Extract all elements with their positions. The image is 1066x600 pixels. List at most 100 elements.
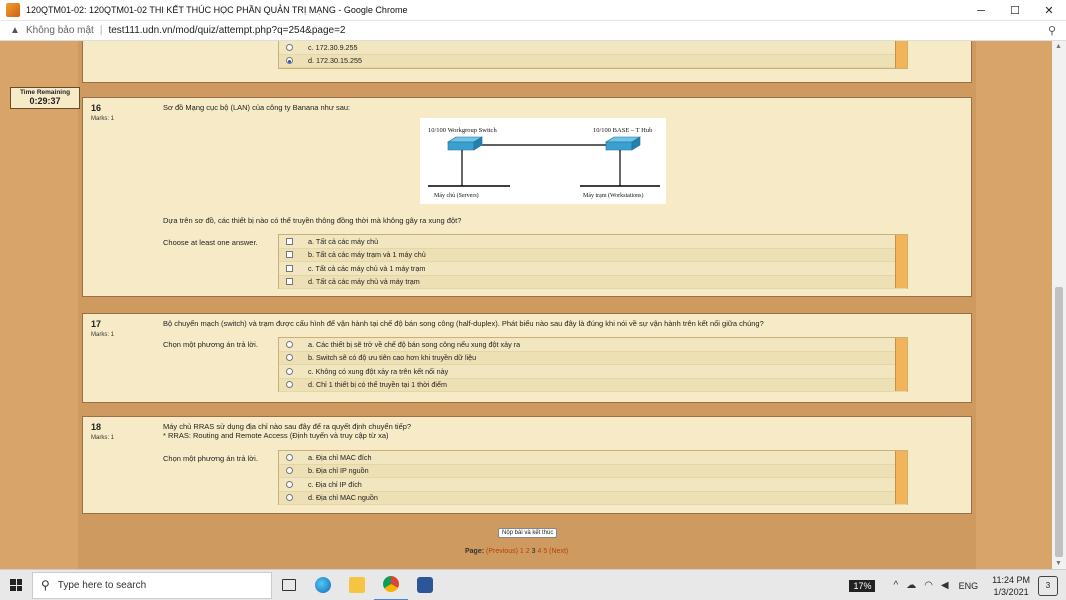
page-link-1[interactable]: 1 [520, 548, 524, 555]
page-link-5[interactable]: 5 [543, 548, 547, 555]
checkbox[interactable] [285, 264, 293, 272]
switch-device-icon [446, 136, 484, 151]
radio-button[interactable] [285, 453, 293, 461]
warning-icon[interactable]: ▲ [10, 25, 22, 36]
search-placeholder: Type here to search [57, 579, 147, 591]
clock-date: 1/3/2021 [993, 586, 1029, 597]
submit-all-button[interactable]: Nộp bài và kết thúc [498, 528, 558, 538]
question-number: 17 [91, 319, 102, 329]
page-link-2[interactable]: 2 [526, 548, 530, 555]
answer-text: c. Không có xung đột xảy ra trên kết nối… [308, 366, 449, 376]
scroll-down-icon[interactable]: ▼ [1055, 560, 1062, 567]
next-page-link[interactable]: (Next) [549, 548, 568, 555]
search-icon: ⚲ [41, 578, 50, 592]
window-title: 120QTM01-02: 120QTM01-02 THI KẾT THÚC HỌ… [26, 5, 408, 15]
notification-center-button[interactable]: 3 [1038, 575, 1058, 596]
radio-button-selected[interactable] [285, 57, 293, 65]
taskbar-search[interactable]: ⚲ Type here to search [32, 571, 272, 599]
answer-option[interactable]: b. Switch sẽ có độ ưu tiên cao hơn khi t… [279, 351, 907, 365]
answer-text: a. Địa chỉ MAC đích [308, 452, 372, 462]
scrollbar-thumb[interactable] [1055, 287, 1063, 557]
answer-list: a. Tất cả các máy chủ b. Tất cả các máy … [278, 234, 908, 289]
answer-list: c. 172.30.9.255 d. 172.30.15.255 [278, 41, 908, 69]
lan-diagram-svg: 10/100 Workgroup Switch 10/100 BASE – T … [428, 127, 660, 199]
checkbox[interactable] [285, 237, 293, 245]
answer-option[interactable]: c. Địa chỉ IP đích [279, 478, 907, 492]
answer-text: c. Địa chỉ IP đích [308, 479, 362, 489]
word-icon[interactable] [408, 570, 442, 600]
timer-label: Time Remaining [19, 89, 71, 96]
answer-option[interactable]: b. Tất cả các máy trạm và 1 máy chủ [279, 248, 907, 262]
answer-option[interactable]: c. Tất cả các máy chủ và 1 máy trạm [279, 262, 907, 276]
timer-value: 0:29:37 [29, 96, 61, 106]
vertical-scrollbar[interactable]: ▲ ▼ [1052, 41, 1066, 569]
close-button[interactable]: ✕ [1032, 0, 1066, 21]
answer-text: c. Tất cả các máy chủ và 1 máy trạm [308, 263, 426, 273]
answer-option[interactable]: d. Chỉ 1 thiết bị có thể truyền tại 1 th… [279, 378, 907, 392]
answer-option[interactable]: a. Các thiết bị sẽ trở về chế độ bán son… [279, 338, 907, 352]
answer-text: d. 172.30.15.255 [308, 56, 362, 66]
question-text: Sơ đồ Mạng cục bộ (LAN) của công ty Bana… [163, 103, 351, 112]
battery-indicator[interactable]: 17% [849, 579, 876, 592]
radio-button[interactable] [285, 480, 293, 488]
taskbar-clock[interactable]: 11:24 PM 1/3/2021 [992, 574, 1030, 598]
answer-instruction: Chọn một phương án trả lời. [163, 340, 258, 349]
answer-option[interactable]: d. 172.30.15.255 [279, 54, 907, 68]
answer-option[interactable]: c. 172.30.9.255 [279, 41, 907, 55]
answer-side-bar [895, 338, 907, 391]
window-titlebar: 120QTM01-02: 120QTM01-02 THI KẾT THÚC HỌ… [0, 0, 1066, 21]
answer-option[interactable]: c. Không có xung đột xảy ra trên kết nối… [279, 365, 907, 379]
checkbox[interactable] [285, 251, 293, 259]
hub-device-icon [604, 136, 642, 151]
answer-text: a. Các thiết bị sẽ trở về chế độ bán son… [308, 339, 521, 349]
maximize-button[interactable]: ☐ [998, 0, 1032, 21]
question-marks: Marks: 1 [91, 116, 115, 122]
windows-logo-icon [10, 579, 22, 591]
radio-button[interactable] [285, 381, 293, 389]
answer-option[interactable]: a. Tất cả các máy chủ [279, 235, 907, 249]
answer-list: a. Địa chỉ MAC đích b. Địa chỉ IP nguồn … [278, 450, 908, 505]
volume-icon[interactable]: ◀ [941, 580, 949, 591]
question-panel-prev: c. 172.30.9.255 d. 172.30.15.255 [82, 41, 972, 83]
radio-button[interactable] [285, 367, 293, 375]
answer-instruction: Chọn một phương án trả lời. [163, 454, 258, 463]
content-area: c. 172.30.9.255 d. 172.30.15.255 Time Re… [0, 41, 1052, 569]
answer-option[interactable]: b. Địa chỉ IP nguồn [279, 464, 907, 478]
security-label[interactable]: Không bảo mật [26, 25, 94, 36]
chrome-icon[interactable] [374, 570, 408, 600]
answer-option[interactable]: a. Địa chỉ MAC đích [279, 451, 907, 465]
page-link-4[interactable]: 4 [537, 548, 541, 555]
previous-page-link[interactable]: (Previous) [486, 548, 518, 555]
radio-button[interactable] [285, 340, 293, 348]
task-view-icon[interactable] [272, 570, 306, 600]
file-explorer-icon[interactable] [340, 570, 374, 600]
answer-text: b. Địa chỉ IP nguồn [308, 466, 369, 476]
cloud-icon[interactable]: ☁ [906, 580, 916, 591]
workstations-label: Máy trạm (Workstations) [583, 192, 644, 199]
checkbox[interactable] [285, 278, 293, 286]
scroll-up-icon[interactable]: ▲ [1055, 43, 1062, 50]
page-current-3: 3 [531, 548, 536, 555]
question-prompt: Dựa trên sơ đồ, các thiết bị nào có thể … [163, 216, 462, 225]
start-button[interactable] [0, 570, 32, 600]
answer-instruction: Choose at least one answer. [163, 238, 258, 247]
switch-label: 10/100 Workgroup Switch [428, 127, 497, 134]
radio-button[interactable] [285, 43, 293, 51]
edge-icon[interactable] [306, 570, 340, 600]
window-controls: ─ ☐ ✕ [964, 0, 1066, 21]
answer-option[interactable]: d. Tất cả các máy chủ và máy trạm [279, 275, 907, 289]
minimize-button[interactable]: ─ [964, 0, 998, 21]
address-bar[interactable]: ▲ Không bảo mật | test111.udn.vn/mod/qui… [0, 21, 1066, 41]
lan-diagram: 10/100 Workgroup Switch 10/100 BASE – T … [420, 118, 666, 204]
answer-text: c. 172.30.9.255 [308, 42, 358, 52]
chevron-up-icon[interactable]: ^ [893, 580, 898, 591]
radio-button[interactable] [285, 467, 293, 475]
zoom-icon[interactable]: ⚲ [1048, 24, 1056, 37]
radio-button[interactable] [285, 494, 293, 502]
answer-text: b. Tất cả các máy trạm và 1 máy chủ [308, 250, 426, 260]
url-text[interactable]: test111.udn.vn/mod/quiz/attempt.php?q=25… [108, 25, 345, 36]
wifi-icon[interactable]: ◠ [924, 580, 933, 591]
language-indicator[interactable]: ENG [959, 581, 979, 591]
answer-option[interactable]: d. Địa chỉ MAC nguồn [279, 491, 907, 505]
radio-button[interactable] [285, 354, 293, 362]
